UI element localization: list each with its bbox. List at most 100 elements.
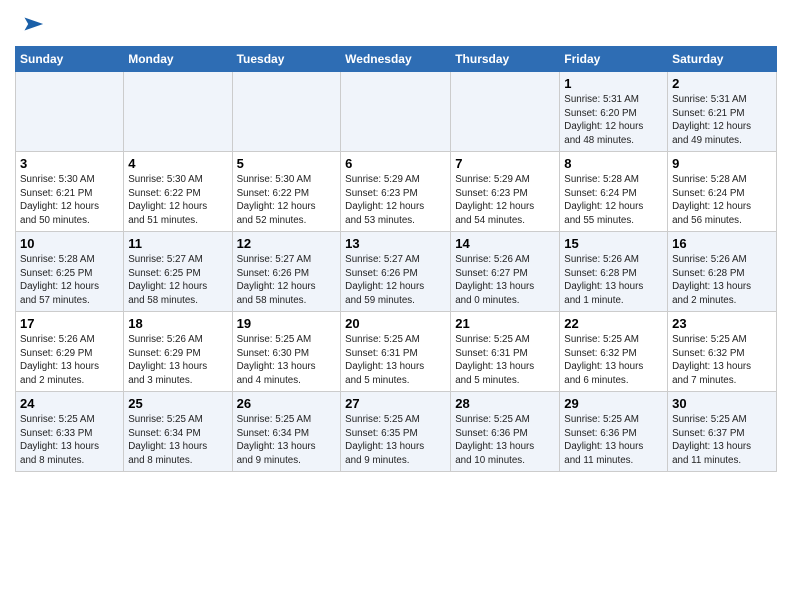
day-info: Sunrise: 5:26 AMSunset: 6:28 PMDaylight:… (672, 253, 772, 308)
day-info: Sunrise: 5:25 AMSunset: 6:37 PMDaylight:… (672, 413, 772, 468)
day-number: 5 (237, 156, 337, 171)
day-info: Sunrise: 5:27 AMSunset: 6:26 PMDaylight:… (237, 253, 337, 308)
day-number: 28 (455, 396, 555, 411)
day-info: Sunrise: 5:25 AMSunset: 6:32 PMDaylight:… (672, 333, 772, 388)
calendar-cell: 29 Sunrise: 5:25 AMSunset: 6:36 PMDayligh… (560, 392, 668, 472)
calendar-cell: 14 Sunrise: 5:26 AMSunset: 6:27 PMDayligh… (451, 232, 560, 312)
day-number: 23 (672, 316, 772, 331)
calendar-cell: 28 Sunrise: 5:25 AMSunset: 6:36 PMDayligh… (451, 392, 560, 472)
day-number: 24 (20, 396, 119, 411)
day-number: 13 (345, 236, 446, 251)
day-info: Sunrise: 5:31 AMSunset: 6:20 PMDaylight:… (564, 93, 663, 148)
day-number: 30 (672, 396, 772, 411)
calendar-cell: 2 Sunrise: 5:31 AMSunset: 6:21 PMDaylight… (668, 72, 777, 152)
day-info: Sunrise: 5:29 AMSunset: 6:23 PMDaylight:… (455, 173, 555, 228)
day-number: 29 (564, 396, 663, 411)
day-number: 12 (237, 236, 337, 251)
calendar-cell (124, 72, 232, 152)
day-number: 26 (237, 396, 337, 411)
day-info: Sunrise: 5:25 AMSunset: 6:36 PMDaylight:… (564, 413, 663, 468)
calendar-table: SundayMondayTuesdayWednesdayThursdayFrid… (15, 46, 777, 472)
calendar-cell (451, 72, 560, 152)
day-info: Sunrise: 5:30 AMSunset: 6:21 PMDaylight:… (20, 173, 119, 228)
calendar-header: SundayMondayTuesdayWednesdayThursdayFrid… (16, 47, 777, 72)
day-info: Sunrise: 5:25 AMSunset: 6:34 PMDaylight:… (128, 413, 227, 468)
calendar-cell (16, 72, 124, 152)
day-number: 25 (128, 396, 227, 411)
calendar-cell: 5 Sunrise: 5:30 AMSunset: 6:22 PMDaylight… (232, 152, 341, 232)
calendar-cell: 21 Sunrise: 5:25 AMSunset: 6:31 PMDayligh… (451, 312, 560, 392)
day-info: Sunrise: 5:25 AMSunset: 6:36 PMDaylight:… (455, 413, 555, 468)
day-info: Sunrise: 5:30 AMSunset: 6:22 PMDaylight:… (237, 173, 337, 228)
day-number: 19 (237, 316, 337, 331)
day-info: Sunrise: 5:25 AMSunset: 6:32 PMDaylight:… (564, 333, 663, 388)
header-cell-thursday: Thursday (451, 47, 560, 72)
day-info: Sunrise: 5:31 AMSunset: 6:21 PMDaylight:… (672, 93, 772, 148)
day-number: 20 (345, 316, 446, 331)
day-number: 2 (672, 76, 772, 91)
logo (15, 10, 45, 38)
header-cell-sunday: Sunday (16, 47, 124, 72)
day-info: Sunrise: 5:30 AMSunset: 6:22 PMDaylight:… (128, 173, 227, 228)
calendar-cell: 26 Sunrise: 5:25 AMSunset: 6:34 PMDayligh… (232, 392, 341, 472)
calendar-cell: 13 Sunrise: 5:27 AMSunset: 6:26 PMDayligh… (341, 232, 451, 312)
day-number: 10 (20, 236, 119, 251)
week-row-1: 3 Sunrise: 5:30 AMSunset: 6:21 PMDaylight… (16, 152, 777, 232)
calendar-cell: 11Sunrise: 5:27 AMSunset: 6:25 PMDayligh… (124, 232, 232, 312)
day-number: 8 (564, 156, 663, 171)
calendar-cell: 19 Sunrise: 5:25 AMSunset: 6:30 PMDayligh… (232, 312, 341, 392)
day-info: Sunrise: 5:27 AMSunset: 6:25 PMDaylight:… (128, 253, 227, 308)
day-number: 17 (20, 316, 119, 331)
day-number: 27 (345, 396, 446, 411)
day-number: 1 (564, 76, 663, 91)
calendar-cell: 27Sunrise: 5:25 AMSunset: 6:35 PMDayligh… (341, 392, 451, 472)
day-number: 7 (455, 156, 555, 171)
calendar-cell: 25 Sunrise: 5:25 AMSunset: 6:34 PMDayligh… (124, 392, 232, 472)
calendar-cell: 16 Sunrise: 5:26 AMSunset: 6:28 PMDayligh… (668, 232, 777, 312)
day-number: 3 (20, 156, 119, 171)
header-row: SundayMondayTuesdayWednesdayThursdayFrid… (16, 47, 777, 72)
day-info: Sunrise: 5:27 AMSunset: 6:26 PMDaylight:… (345, 253, 446, 308)
page-header (15, 10, 777, 38)
day-info: Sunrise: 5:25 AMSunset: 6:30 PMDaylight:… (237, 333, 337, 388)
day-info: Sunrise: 5:25 AMSunset: 6:33 PMDaylight:… (20, 413, 119, 468)
week-row-4: 24 Sunrise: 5:25 AMSunset: 6:33 PMDayligh… (16, 392, 777, 472)
calendar-cell: 18 Sunrise: 5:26 AMSunset: 6:29 PMDayligh… (124, 312, 232, 392)
calendar-cell: 12 Sunrise: 5:27 AMSunset: 6:26 PMDayligh… (232, 232, 341, 312)
day-number: 4 (128, 156, 227, 171)
day-info: Sunrise: 5:26 AMSunset: 6:29 PMDaylight:… (128, 333, 227, 388)
day-number: 22 (564, 316, 663, 331)
day-number: 21 (455, 316, 555, 331)
day-number: 9 (672, 156, 772, 171)
calendar-cell: 8Sunrise: 5:28 AMSunset: 6:24 PMDaylight… (560, 152, 668, 232)
calendar-cell: 1 Sunrise: 5:31 AMSunset: 6:20 PMDaylight… (560, 72, 668, 152)
calendar-body: 1 Sunrise: 5:31 AMSunset: 6:20 PMDaylight… (16, 72, 777, 472)
day-number: 15 (564, 236, 663, 251)
day-number: 6 (345, 156, 446, 171)
calendar-cell: 22 Sunrise: 5:25 AMSunset: 6:32 PMDayligh… (560, 312, 668, 392)
header-cell-saturday: Saturday (668, 47, 777, 72)
day-number: 18 (128, 316, 227, 331)
calendar-cell: 4 Sunrise: 5:30 AMSunset: 6:22 PMDaylight… (124, 152, 232, 232)
week-row-2: 10Sunrise: 5:28 AMSunset: 6:25 PMDayligh… (16, 232, 777, 312)
header-cell-tuesday: Tuesday (232, 47, 341, 72)
day-info: Sunrise: 5:25 AMSunset: 6:34 PMDaylight:… (237, 413, 337, 468)
day-info: Sunrise: 5:26 AMSunset: 6:27 PMDaylight:… (455, 253, 555, 308)
day-info: Sunrise: 5:26 AMSunset: 6:28 PMDaylight:… (564, 253, 663, 308)
day-number: 16 (672, 236, 772, 251)
calendar-cell (341, 72, 451, 152)
calendar-cell: 17 Sunrise: 5:26 AMSunset: 6:29 PMDayligh… (16, 312, 124, 392)
calendar-cell: 6 Sunrise: 5:29 AMSunset: 6:23 PMDaylight… (341, 152, 451, 232)
day-info: Sunrise: 5:29 AMSunset: 6:23 PMDaylight:… (345, 173, 446, 228)
day-info: Sunrise: 5:26 AMSunset: 6:29 PMDaylight:… (20, 333, 119, 388)
calendar-cell: 9Sunrise: 5:28 AMSunset: 6:24 PMDaylight… (668, 152, 777, 232)
week-row-3: 17 Sunrise: 5:26 AMSunset: 6:29 PMDayligh… (16, 312, 777, 392)
calendar-cell: 10Sunrise: 5:28 AMSunset: 6:25 PMDayligh… (16, 232, 124, 312)
calendar-cell (232, 72, 341, 152)
day-info: Sunrise: 5:25 AMSunset: 6:31 PMDaylight:… (455, 333, 555, 388)
day-info: Sunrise: 5:25 AMSunset: 6:31 PMDaylight:… (345, 333, 446, 388)
calendar-cell: 3 Sunrise: 5:30 AMSunset: 6:21 PMDaylight… (16, 152, 124, 232)
calendar-cell: 23 Sunrise: 5:25 AMSunset: 6:32 PMDayligh… (668, 312, 777, 392)
calendar-cell: 24 Sunrise: 5:25 AMSunset: 6:33 PMDayligh… (16, 392, 124, 472)
day-number: 14 (455, 236, 555, 251)
